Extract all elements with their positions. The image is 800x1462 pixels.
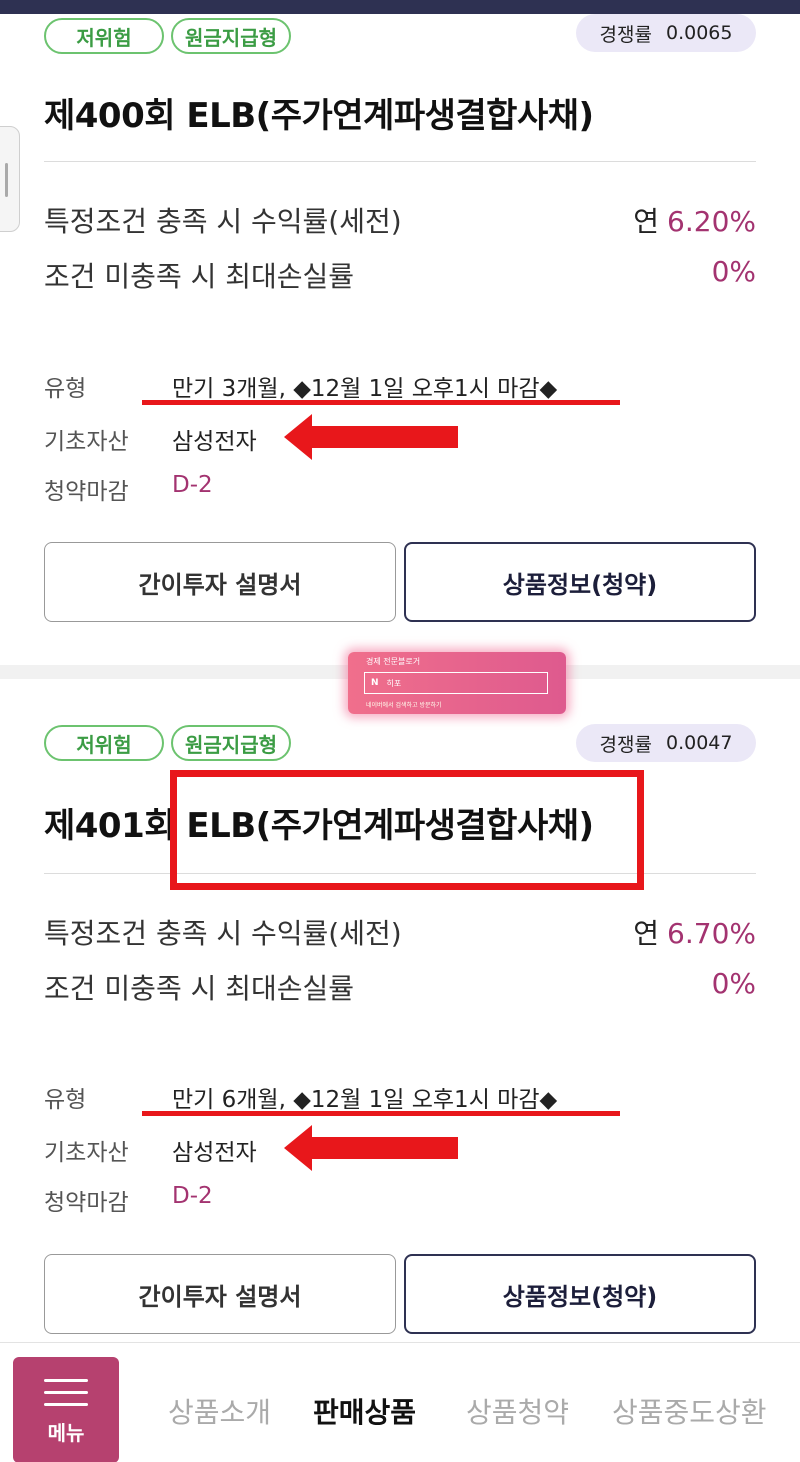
principal-type-badge: 원금지급형 (171, 725, 291, 761)
product-info-subscribe-button[interactable]: 상품정보(청약) (404, 1254, 756, 1334)
bottom-navigation: 메뉴 상품소개 판매상품 상품청약 상품중도상환 (0, 1342, 800, 1462)
menu-hamburger-icon (44, 1379, 88, 1382)
competition-rate-badge: 경쟁률 0.0065 (576, 14, 756, 52)
top-status-strip (0, 0, 800, 14)
deadline-value: D-2 (172, 1183, 213, 1209)
ad-title: 경제 전문블로거 (366, 657, 421, 666)
type-label: 유형 (44, 1087, 87, 1113)
return-prefix: 연 (633, 205, 660, 238)
competition-value: 0.0065 (665, 22, 733, 44)
type-value: 만기 6개월, ◆12월 1일 오후1시 마감◆ (172, 1087, 558, 1113)
asset-value: 삼성전자 (172, 429, 257, 455)
risk-badge: 저위험 (44, 725, 164, 761)
annotation-arrow-icon (284, 414, 458, 460)
naver-logo-icon: N (371, 678, 379, 688)
return-rate: 6.20% (667, 205, 756, 238)
return-prefix: 연 (633, 917, 660, 950)
product-info-subscribe-button[interactable]: 상품정보(청약) (404, 542, 756, 622)
nav-product-subscription[interactable]: 상품청약 (466, 1391, 569, 1431)
deadline-label: 청약마감 (44, 1190, 129, 1216)
ad-footer: 네이버에서 검색하고 방문하기 (366, 702, 442, 709)
product-card-400: 저위험 원금지급형 경쟁률 0.0065 제400회 ELB(주가연계파생결합사… (0, 14, 800, 654)
competition-value: 0.0047 (665, 732, 733, 754)
menu-label: 메뉴 (47, 1421, 85, 1445)
ad-search-box: N 히포 (364, 672, 548, 694)
return-label: 특정조건 충족 시 수익률(세전) (44, 205, 402, 238)
competition-label: 경쟁률 (599, 23, 652, 46)
annotation-arrow-icon (284, 1125, 458, 1171)
asset-label: 기초자산 (44, 1140, 129, 1166)
annotation-underline (142, 400, 620, 405)
annotation-highlight-box (170, 770, 644, 890)
product-title[interactable]: 제400회 ELB(주가연계파생결합사채) (44, 88, 594, 137)
nav-sales-products[interactable]: 판매상품 (313, 1391, 416, 1431)
return-rate: 6.70% (667, 917, 756, 950)
ad-search-text: 히포 (386, 678, 402, 688)
loss-value: 0% (711, 255, 756, 288)
deadline-label: 청약마감 (44, 479, 129, 505)
return-value: 연 6.70% (633, 912, 756, 952)
risk-badge: 저위험 (44, 18, 164, 54)
loss-value: 0% (711, 967, 756, 1000)
title-divider (44, 161, 756, 162)
principal-type-badge: 원금지급형 (171, 18, 291, 54)
menu-hamburger-icon (44, 1391, 88, 1394)
return-value: 연 6.20% (633, 200, 756, 240)
loss-label: 조건 미충족 시 최대손실률 (44, 972, 355, 1005)
asset-value: 삼성전자 (172, 1140, 257, 1166)
nav-early-redemption[interactable]: 상품중도상환 (612, 1391, 767, 1431)
return-label: 특정조건 충족 시 수익률(세전) (44, 917, 402, 950)
type-value: 만기 3개월, ◆12월 1일 오후1시 마감◆ (172, 376, 558, 402)
deadline-value: D-2 (172, 472, 213, 498)
loss-label: 조건 미충족 시 최대손실률 (44, 260, 355, 293)
competition-label: 경쟁률 (599, 733, 652, 756)
simple-prospectus-button[interactable]: 간이투자 설명서 (44, 542, 396, 622)
menu-hamburger-icon (44, 1403, 88, 1406)
competition-rate-badge: 경쟁률 0.0047 (576, 724, 756, 762)
asset-label: 기초자산 (44, 429, 129, 455)
annotation-underline (142, 1111, 620, 1116)
blogger-ad-banner[interactable]: 경제 전문블로거 N 히포 네이버에서 검색하고 방문하기 (348, 652, 566, 714)
menu-button[interactable]: 메뉴 (13, 1357, 119, 1462)
type-label: 유형 (44, 376, 87, 402)
simple-prospectus-button[interactable]: 간이투자 설명서 (44, 1254, 396, 1334)
nav-product-intro[interactable]: 상품소개 (168, 1391, 271, 1431)
